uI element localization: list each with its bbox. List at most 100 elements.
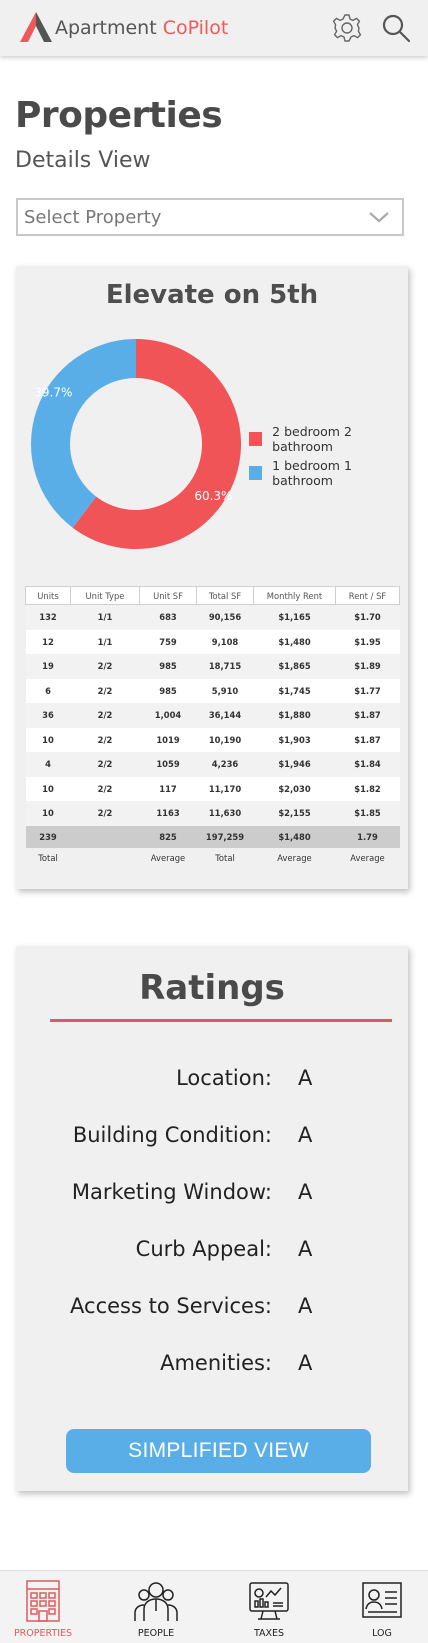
property-select[interactable]: Select Property: [16, 198, 404, 236]
legend-swatch: [249, 466, 263, 480]
table-cell: 1,004: [139, 703, 197, 728]
nav-item-properties[interactable]: PROPERTIES: [0, 1571, 86, 1643]
simplified-view-button[interactable]: SIMPLIFIED VIEW: [66, 1429, 371, 1473]
table-header-cell: Monthly Rent: [253, 586, 336, 605]
table-cell: $1,745: [253, 678, 336, 703]
table-cell: $1.95: [335, 629, 400, 654]
table-cell: 90,156: [196, 604, 254, 630]
table-cell: 11,630: [196, 801, 254, 826]
table-footer-row: Total Average Total Average Average: [25, 847, 400, 868]
bottom-nav: PROPERTIES PEOPLE TAXES LOG: [0, 1570, 428, 1643]
units-table: Units Unit Type Unit SF Total SF Monthly Ren…: [25, 586, 400, 868]
table-cell: 759: [139, 629, 197, 654]
legend-label: 2 bedroom 2 bathroom: [272, 424, 352, 454]
building-icon: [26, 1580, 60, 1622]
table-cell: 1/1: [70, 604, 140, 630]
footer-cell: Average: [253, 847, 336, 868]
table-cell: 6: [25, 678, 71, 703]
property-name: Elevate on 5th: [105, 280, 319, 310]
summary-cell: [70, 825, 140, 848]
table-cell: $1,480: [253, 629, 336, 654]
table-cell: 2/2: [70, 654, 140, 679]
ratings-divider: [50, 1019, 392, 1022]
ratings-title: Ratings: [139, 968, 285, 1008]
table-header-cell: Units: [25, 586, 71, 605]
table-cell: 2/2: [70, 678, 140, 703]
table-cell: 10: [25, 727, 71, 752]
table-header-cell: Unit SF: [139, 586, 197, 605]
rating-value: A: [298, 1180, 313, 1204]
table-cell: $1.87: [335, 727, 400, 752]
table-cell: 11,170: [196, 776, 254, 801]
nav-item-log[interactable]: LOG: [339, 1571, 425, 1643]
rating-row: Building Condition: A: [16, 1123, 408, 1153]
table-cell: $1,880: [253, 703, 336, 728]
table-cell: 2/2: [70, 776, 140, 801]
table-row: 10 2/2 1163 11,630 $2,155 $1.85: [25, 801, 400, 826]
nav-item-people[interactable]: PEOPLE: [113, 1571, 199, 1643]
chevron-down-icon: [369, 212, 389, 223]
brand-accent: CoPilot: [162, 17, 229, 39]
table-cell: 2/2: [70, 752, 140, 777]
table-cell: 10: [25, 776, 71, 801]
legend-item: 2 bedroom 2 bathroom: [249, 422, 408, 456]
page-subtitle: Details View: [15, 148, 151, 173]
table-cell: $1,903: [253, 727, 336, 752]
table-cell: 4: [25, 752, 71, 777]
table-cell: 12: [25, 629, 71, 654]
table-cell: 683: [139, 604, 197, 630]
logo-icon: [20, 12, 52, 42]
rating-row: Curb Appeal: A: [16, 1237, 408, 1267]
rating-label: Access to Services:: [70, 1294, 272, 1318]
table-header-cell: Unit Type: [70, 586, 140, 605]
table-cell: $1,165: [253, 604, 336, 630]
brand-main: Apartment: [55, 17, 157, 39]
footer-cell: Total: [25, 847, 71, 868]
chart-legend: 2 bedroom 2 bathroom 1 bedroom 1 bathroom: [249, 422, 408, 490]
table-cell: $1.87: [335, 703, 400, 728]
table-cell: $1.70: [335, 604, 400, 630]
rating-row: Location: A: [16, 1066, 408, 1096]
table-cell: 2/2: [70, 703, 140, 728]
table-cell: 5,910: [196, 678, 254, 703]
donut-slice-label: 60.3%: [194, 489, 232, 503]
monitor-chart-icon: [249, 1582, 289, 1620]
donut-slice: [31, 339, 137, 528]
table-header-cell: Rent / SF: [335, 586, 400, 605]
rating-value: A: [298, 1237, 313, 1261]
table-row: 10 2/2 1019 10,190 $1,903 $1.87: [25, 727, 400, 752]
table-cell: 4,236: [196, 752, 254, 777]
table-row: 19 2/2 985 18,715 $1,865 $1.89: [25, 654, 400, 679]
table-cell: 1163: [139, 801, 197, 826]
table-cell: 117: [139, 776, 197, 801]
summary-cell: 239: [25, 825, 71, 848]
summary-cell: 197,259: [196, 825, 254, 848]
nav-item-taxes[interactable]: TAXES: [226, 1571, 312, 1643]
nav-label: LOG: [372, 1628, 392, 1639]
unit-mix-donut-chart: 60.3% 39.7%: [31, 339, 242, 549]
table-cell: 985: [139, 678, 197, 703]
rating-label: Marketing Window:: [71, 1180, 272, 1204]
summary-cell: 825: [139, 825, 197, 848]
settings-gear-icon[interactable]: [331, 12, 363, 44]
page-title: Properties: [15, 95, 223, 136]
table-cell: 1059: [139, 752, 197, 777]
table-row: 6 2/2 985 5,910 $1,745 $1.77: [25, 678, 400, 703]
table-cell: $1.85: [335, 801, 400, 826]
rating-value: A: [298, 1294, 313, 1318]
table-header-row: Units Unit Type Unit SF Total SF Monthly Ren…: [25, 586, 400, 605]
donut-slice-label: 39.7%: [34, 385, 72, 399]
table-cell: 985: [139, 654, 197, 679]
legend-label: 1 bedroom 1 bathroom: [272, 458, 352, 488]
footer-cell: Total: [196, 847, 254, 868]
search-icon[interactable]: [380, 12, 412, 44]
brand-name[interactable]: Apartment CoPilot: [55, 17, 228, 39]
table-cell: $1.82: [335, 776, 400, 801]
summary-cell: 1.79: [335, 825, 400, 848]
legend-item: 1 bedroom 1 bathroom: [249, 456, 408, 490]
table-cell: $1,865: [253, 654, 336, 679]
table-cell: 132: [25, 604, 71, 630]
table-cell: 19: [25, 654, 71, 679]
nav-label: PEOPLE: [137, 1628, 175, 1639]
rating-label: Location:: [176, 1066, 272, 1090]
